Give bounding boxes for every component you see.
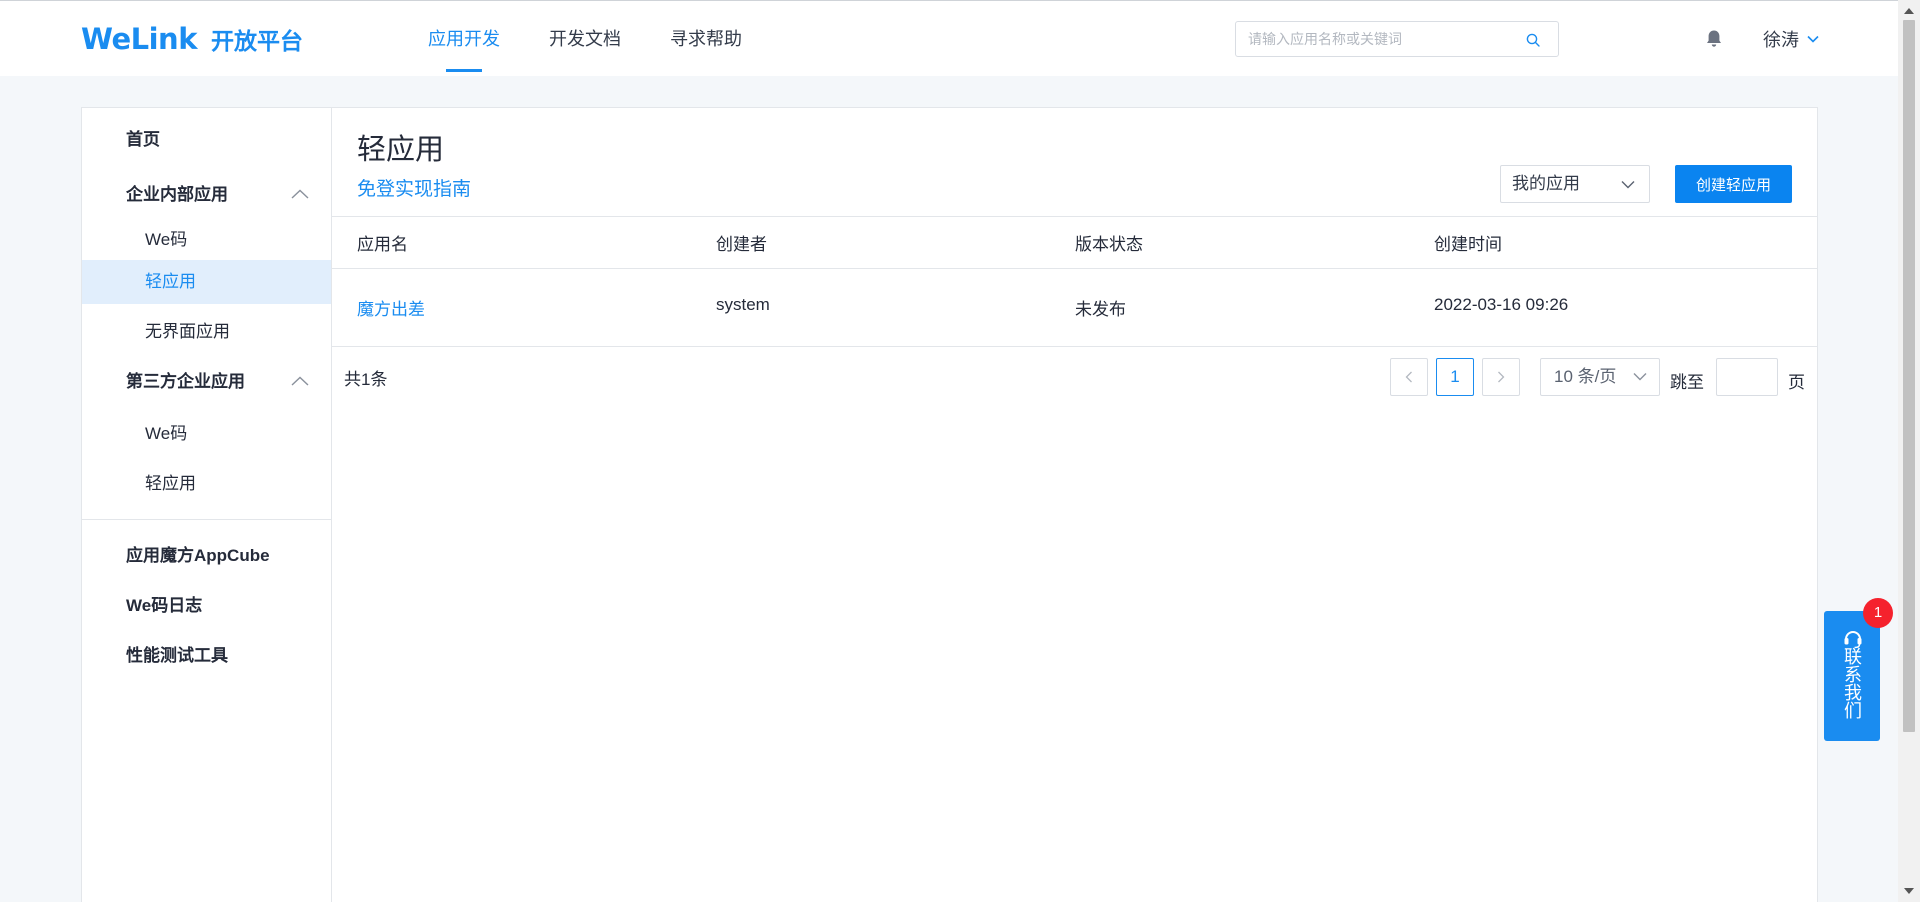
scrollbar-thumb[interactable]	[1903, 20, 1915, 732]
prev-page-button[interactable]	[1390, 358, 1428, 396]
search-box	[1235, 21, 1559, 57]
sidebar-divider	[82, 519, 331, 520]
scroll-up-arrow-icon[interactable]	[1904, 8, 1914, 14]
column-header-version-status[interactable]: 版本状态	[1075, 230, 1143, 255]
sidebar-item-appcube[interactable]: 应用魔方AppCube	[82, 534, 331, 578]
column-header-created-time[interactable]: 创建时间	[1434, 230, 1502, 255]
sidebar-item-we-code[interactable]: We码	[82, 218, 331, 262]
sidebar-item-we-code-log[interactable]: We码日志	[82, 584, 331, 628]
sidebar-group-label: 企业内部应用	[126, 185, 228, 204]
guide-link[interactable]: 免登实现指南	[357, 174, 471, 201]
table-bottom-border	[332, 346, 1817, 347]
table-top-border	[332, 216, 1817, 217]
window-scrollbar[interactable]	[1898, 0, 1920, 902]
chevron-up-icon	[291, 189, 309, 199]
page-size-value: 10 条/页	[1554, 367, 1617, 386]
sidebar-group-third-party[interactable]: 第三方企业应用	[82, 360, 331, 404]
sidebar-item-perf-tool[interactable]: 性能测试工具	[82, 634, 331, 678]
search-icon[interactable]	[1526, 33, 1540, 47]
user-menu[interactable]: 徐涛	[1763, 27, 1819, 51]
column-header-app-name[interactable]: 应用名	[357, 230, 408, 255]
chevron-up-icon	[291, 376, 309, 386]
app-created-time: 2022-03-16 09:26	[1434, 295, 1569, 314]
app-name-link[interactable]: 魔方出差	[357, 295, 425, 320]
logo[interactable]: WeLink 开放平台	[81, 22, 303, 56]
chevron-left-icon	[1405, 371, 1412, 383]
filter-selected-value: 我的应用	[1512, 174, 1580, 193]
nav-dev-docs[interactable]: 开发文档	[549, 1, 621, 77]
sidebar-item-third-party-light-app[interactable]: 轻应用	[82, 462, 331, 506]
sidebar-item-light-app[interactable]: 轻应用	[82, 260, 331, 304]
page-size-select[interactable]: 10 条/页	[1540, 358, 1660, 396]
sidebar-group-internal[interactable]: 企业内部应用	[82, 173, 331, 217]
chevron-right-icon	[1498, 371, 1505, 383]
scroll-down-arrow-icon[interactable]	[1904, 888, 1914, 894]
sidebar-group-label: 第三方企业应用	[126, 372, 245, 391]
total-count: 共1条	[344, 370, 388, 389]
sidebar-item-home[interactable]: 首页	[82, 118, 331, 162]
table-header-border	[332, 268, 1817, 269]
contact-us-button[interactable]: 联系我们	[1824, 611, 1880, 741]
chevron-down-icon	[1807, 35, 1819, 43]
jump-to-label: 跳至	[1670, 373, 1704, 392]
logo-mark: WeLink	[81, 22, 197, 56]
sidebar-item-third-party-we-code[interactable]: We码	[82, 412, 331, 456]
contact-us-label: 联系我们	[1842, 647, 1862, 719]
user-name: 徐涛	[1763, 30, 1799, 50]
sidebar-item-headless-app[interactable]: 无界面应用	[82, 310, 331, 354]
column-header-creator[interactable]: 创建者	[716, 230, 767, 255]
sidebar: 首页 企业内部应用 We码 轻应用 无界面应用 第三方企业应用 We码 轻应用 …	[82, 108, 332, 902]
notification-badge: 1	[1863, 598, 1893, 628]
app-version-status: 未发布	[1075, 300, 1126, 319]
next-page-button[interactable]	[1482, 358, 1520, 396]
nav-app-development[interactable]: 应用开发	[428, 1, 500, 77]
logo-subtitle: 开放平台	[210, 28, 303, 54]
app-filter-select[interactable]: 我的应用	[1500, 165, 1650, 203]
content-frame: 首页 企业内部应用 We码 轻应用 无界面应用 第三方企业应用 We码 轻应用 …	[81, 107, 1818, 902]
headset-icon	[1844, 631, 1862, 649]
chevron-down-icon	[1621, 181, 1635, 189]
search-input[interactable]	[1248, 22, 1518, 56]
main-panel: 轻应用 免登实现指南 我的应用 创建轻应用 应用名 创建者 版本状态 创建时间 …	[332, 108, 1817, 902]
jump-to-page-input[interactable]	[1716, 358, 1778, 396]
chevron-down-icon	[1633, 373, 1647, 381]
main-nav: 应用开发 开发文档 寻求帮助	[428, 1, 791, 77]
page-unit-label: 页	[1788, 373, 1805, 392]
bell-icon[interactable]	[1705, 29, 1723, 49]
page-number-button[interactable]: 1	[1436, 358, 1474, 396]
nav-help[interactable]: 寻求帮助	[670, 1, 742, 77]
page-title: 轻应用	[357, 134, 445, 166]
create-light-app-button[interactable]: 创建轻应用	[1675, 165, 1792, 203]
app-creator: system	[716, 295, 770, 314]
top-bar: WeLink 开放平台 应用开发 开发文档 寻求帮助 徐涛	[0, 0, 1898, 76]
